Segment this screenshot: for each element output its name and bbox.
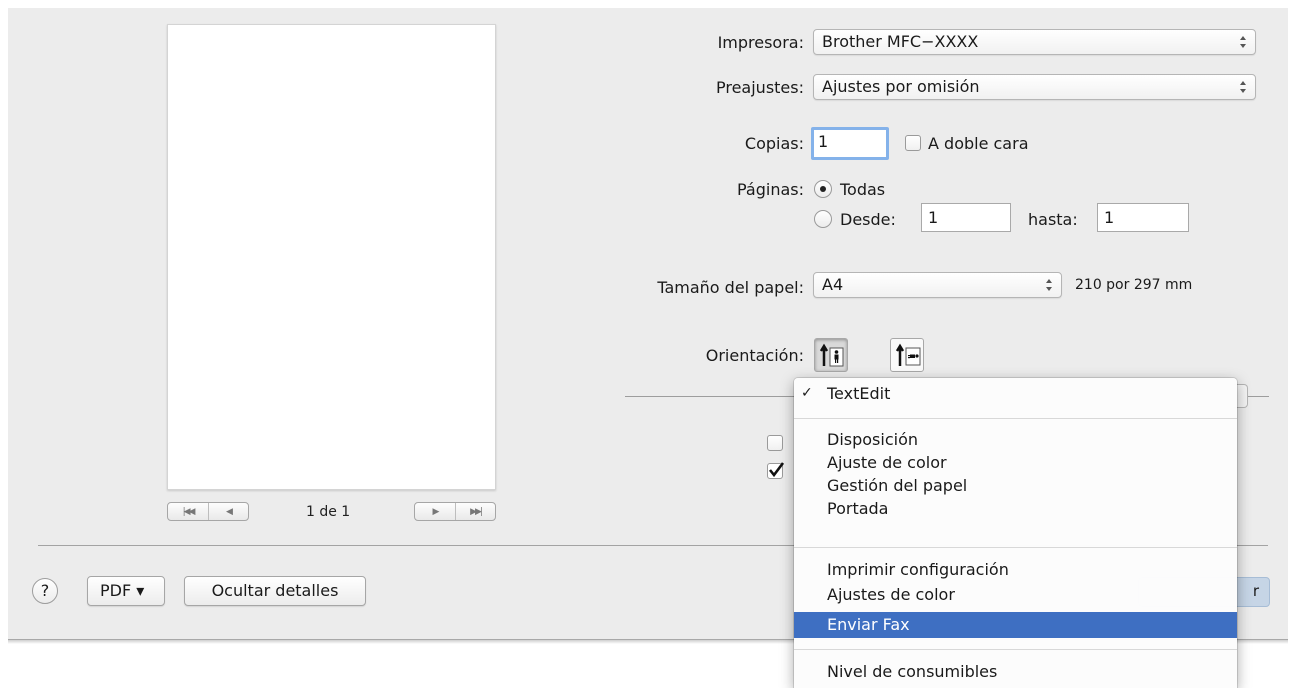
landscape-icon <box>895 343 921 366</box>
menu-item-label: Ajuste de color <box>827 453 947 472</box>
duplex-label: A doble cara <box>928 134 1029 153</box>
last-page-icon: ▶▶| <box>470 506 483 517</box>
pages-from-field[interactable]: 1 <box>921 203 1011 232</box>
pages-all-label: Todas <box>840 180 886 199</box>
menu-item-color-matching[interactable]: Ajuste de color <box>794 451 1237 475</box>
menu-item-color-settings[interactable]: Ajustes de color <box>794 583 1237 607</box>
menu-item-label: Disposición <box>827 430 918 449</box>
pages-from-label: Desde: <box>840 210 896 229</box>
menu-item-label: Enviar Fax <box>827 615 910 634</box>
menu-item-label: Nivel de consumibles <box>827 662 998 681</box>
pages-to-label: hasta: <box>1028 210 1078 229</box>
popup-arrows-icon <box>1046 279 1052 291</box>
paper-size-value: A4 <box>822 275 844 294</box>
copies-field[interactable]: 1 <box>811 127 889 160</box>
menu-item-print-settings[interactable]: Imprimir configuración <box>794 558 1237 582</box>
portrait-icon <box>819 343 844 367</box>
menu-item-cover-page[interactable]: Portada <box>794 497 1237 521</box>
header-footer-checkbox[interactable] <box>767 435 783 451</box>
popup-arrows-icon <box>1240 36 1246 48</box>
section-popup-menu: ✓ TextEdit Disposición Ajuste de color G… <box>794 378 1237 688</box>
menu-item-supply-levels[interactable]: Nivel de consumibles <box>794 660 1237 684</box>
pages-all-radio[interactable] <box>814 180 832 198</box>
printer-popup[interactable]: Brother MFC−XXXX <box>813 29 1256 55</box>
pdf-button[interactable]: PDF ▾ <box>87 576 165 606</box>
orientation-landscape-button[interactable] <box>890 338 924 372</box>
menu-item-textedit[interactable]: ✓ TextEdit <box>794 382 1237 406</box>
section-separator-right <box>1247 396 1269 397</box>
menu-item-label: Imprimir configuración <box>827 560 1009 579</box>
checkmark-icon: ✓ <box>801 385 813 401</box>
help-button[interactable]: ? <box>32 578 58 604</box>
pages-range-radio[interactable] <box>814 210 832 228</box>
menu-item-layout[interactable]: Disposición <box>794 428 1237 452</box>
page-counter: 1 de 1 <box>306 504 351 520</box>
paper-size-label: Tamaño del papel: <box>657 278 804 297</box>
paper-size-popup[interactable]: A4 <box>813 272 1062 298</box>
printer-label: Impresora: <box>717 33 804 52</box>
orientation-label: Orientación: <box>705 346 804 365</box>
duplex-checkbox[interactable] <box>905 135 921 151</box>
section-separator-left <box>625 396 795 397</box>
paper-dimensions: 210 por 297 mm <box>1075 277 1193 293</box>
preview-back-nav: |◀◀ ◀ <box>167 502 249 521</box>
menu-item-label: Gestión del papel <box>827 476 968 495</box>
first-page-button[interactable]: |◀◀ <box>168 503 208 520</box>
menu-separator <box>794 418 1237 419</box>
popup-arrows-icon <box>1240 81 1246 93</box>
fit-content-checkbox[interactable] <box>767 462 785 479</box>
menu-separator <box>794 649 1237 650</box>
menu-item-label: Ajustes de color <box>827 585 955 604</box>
menu-item-label: TextEdit <box>827 384 891 403</box>
checkmark-icon <box>768 462 785 478</box>
orientation-portrait-button[interactable] <box>814 338 848 372</box>
printer-value: Brother MFC−XXXX <box>822 32 979 51</box>
page-preview <box>167 24 496 490</box>
copies-label: Copias: <box>744 134 804 153</box>
next-page-button[interactable]: ▶ <box>415 503 455 520</box>
next-page-icon: ▶ <box>432 506 440 517</box>
previous-page-icon: ◀ <box>226 506 233 517</box>
menu-item-label: Portada <box>827 499 889 518</box>
menu-item-paper-handling[interactable]: Gestión del papel <box>794 474 1237 498</box>
pages-label: Páginas: <box>736 180 804 199</box>
presets-popup[interactable]: Ajustes por omisión <box>813 74 1256 100</box>
first-page-icon: |◀◀ <box>182 506 196 517</box>
last-page-button[interactable]: ▶▶| <box>455 503 495 520</box>
hide-details-button[interactable]: Ocultar detalles <box>184 576 366 606</box>
presets-label: Preajustes: <box>715 78 804 97</box>
presets-value: Ajustes por omisión <box>822 77 980 96</box>
menu-separator <box>794 547 1237 548</box>
previous-page-button[interactable]: ◀ <box>208 503 248 520</box>
pages-to-field[interactable]: 1 <box>1097 203 1189 232</box>
menu-item-send-fax[interactable]: Enviar Fax <box>794 612 1237 638</box>
print-button-label-fragment: r <box>1252 582 1259 600</box>
preview-forward-nav: ▶ ▶▶| <box>414 502 496 521</box>
